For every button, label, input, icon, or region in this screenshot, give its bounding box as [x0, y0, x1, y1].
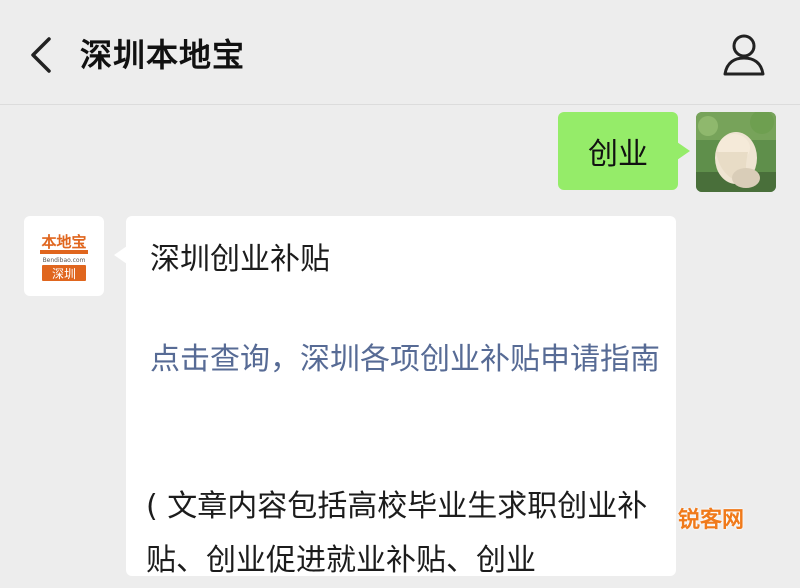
- bendibao-logo: 本地宝 Bendibao.com 深圳: [40, 233, 88, 281]
- official-account-avatar[interactable]: 本地宝 Bendibao.com 深圳: [24, 216, 104, 296]
- avatar-photo: [696, 112, 776, 192]
- svg-text:深圳: 深圳: [52, 267, 76, 281]
- person-icon: [723, 34, 765, 76]
- my-avatar[interactable]: [696, 112, 776, 192]
- outgoing-message-text: 创业: [588, 137, 648, 172]
- card-title: 深圳创业补贴: [150, 242, 330, 277]
- watermark: 锐客网: [678, 508, 745, 533]
- chevron-left-icon: [31, 37, 51, 73]
- svg-text:Bendibao.com: Bendibao.com: [43, 257, 86, 264]
- back-button[interactable]: [18, 30, 62, 80]
- profile-button[interactable]: [718, 28, 770, 80]
- article-link[interactable]: 点击查询，深圳各项创业补贴申请指南: [150, 334, 660, 386]
- svg-text:本地宝: 本地宝: [41, 233, 86, 251]
- article-card[interactable]: 深圳创业补贴 点击查询，深圳各项创业补贴申请指南 ( 文章内容包括高校毕业生求职…: [114, 216, 676, 578]
- card-body-text: ( 文章内容包括高校毕业生求职创业补贴、创业促进就业补贴、创业: [146, 489, 648, 578]
- outgoing-message-bubble[interactable]: 创业: [558, 112, 690, 190]
- chat-title: 深圳本地宝: [80, 36, 246, 74]
- chat-header: 深圳本地宝: [0, 0, 800, 105]
